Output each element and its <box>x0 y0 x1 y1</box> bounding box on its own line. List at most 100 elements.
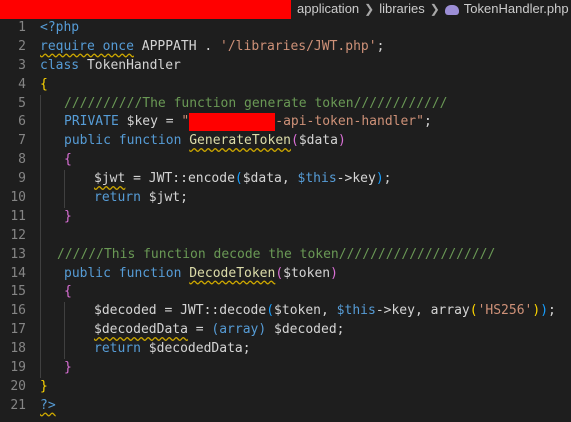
function-name: DecodeToken <box>189 265 276 281</box>
code-token: ; <box>383 171 392 187</box>
line-number: 8 <box>18 152 26 168</box>
code-token: = JWT:: <box>156 303 220 319</box>
breadcrumb-item-libraries[interactable]: libraries <box>379 1 425 16</box>
code-line: 6 PRIVATE $key = " -api-token-handler"; <box>0 113 571 133</box>
variable: $decoded <box>274 322 337 338</box>
this-keyword: $this <box>336 303 376 319</box>
code-line: 3 class TokenHandler <box>0 57 571 76</box>
variable: $data <box>298 133 338 149</box>
breadcrumb-item-file[interactable]: TokenHandler.php <box>464 1 569 16</box>
code-token: -> <box>336 171 353 187</box>
string-literal: " <box>181 114 190 130</box>
line-number: 1 <box>18 20 26 35</box>
property: key <box>391 303 415 319</box>
line-number: 15 <box>10 284 26 300</box>
line-number: 20 <box>10 378 26 394</box>
method-name: decode <box>219 303 267 319</box>
cast-keyword: (array) <box>211 322 267 338</box>
paren: ( <box>266 303 275 319</box>
chevron-right-icon: ❯ <box>364 1 375 16</box>
code-token: ; <box>423 114 432 130</box>
breadcrumb-item-application[interactable]: application <box>297 1 359 16</box>
return-keyword: return <box>94 190 149 206</box>
code-line: 15 { <box>0 283 571 303</box>
variable: $token <box>274 303 322 319</box>
redacted-key <box>189 113 276 132</box>
code-line: 5 //////////The function generate token//… <box>0 94 571 114</box>
line-number: 16 <box>10 303 26 319</box>
private-keyword: PRIVATE <box>64 114 119 130</box>
line-number: 9 <box>18 171 26 187</box>
code-token: ; <box>336 322 345 338</box>
code-token: = JWT:: <box>125 171 188 187</box>
code-line: 13 //////This function decode the token//… <box>0 245 571 265</box>
brace: { <box>40 76 48 92</box>
php-file-icon <box>444 4 459 15</box>
comment: //////This function decode the token////… <box>57 246 496 262</box>
line-number: 19 <box>10 360 26 376</box>
public-function-keyword: public function <box>64 265 190 281</box>
paren: ) <box>375 171 384 187</box>
brace: { <box>64 152 72 168</box>
variable: $data <box>242 171 282 187</box>
line-number: 6 <box>18 114 26 130</box>
brace: { <box>64 284 72 300</box>
comment: //////////The function generate token///… <box>64 95 448 111</box>
brace: } <box>64 208 72 224</box>
variable: $jwt <box>94 171 126 187</box>
line-number: 12 <box>10 227 26 243</box>
code-line: 10 return $jwt; <box>0 189 571 208</box>
redacted-path <box>0 0 291 19</box>
function-name: GenerateToken <box>189 133 291 149</box>
code-token: ; <box>376 38 385 54</box>
php-close-tag: ?> <box>40 397 56 413</box>
method-name: encode <box>187 171 235 187</box>
variable: $jwt <box>148 190 181 206</box>
code-line: 17 $decodedData = (array) $decoded; <box>0 321 571 341</box>
code-token: -> <box>375 303 392 319</box>
code-line: 7 public function GenerateToken($data) <box>0 132 571 152</box>
string-literal: -api-token-handler" <box>275 114 424 130</box>
code-line: 18 return $decodedData; <box>0 340 571 360</box>
code-token: = <box>157 114 182 130</box>
code-token: , <box>321 303 337 319</box>
brace: } <box>40 378 48 394</box>
this-keyword: $this <box>297 171 337 187</box>
code-line: 11} <box>0 207 571 227</box>
paren: ( <box>290 133 299 149</box>
code-line: 1 <?php <box>0 19 571 38</box>
code-line: 12 <box>0 226 571 246</box>
property: key <box>352 171 376 187</box>
code-line: 16 $decoded = JWT::decode($token, $this->… <box>0 302 571 322</box>
string-literal: '/libraries/JWT.php' <box>220 38 377 54</box>
code-line: 8{ <box>0 151 571 171</box>
code-token: ; <box>242 341 251 357</box>
require-keyword: require once <box>40 38 134 54</box>
code-token: , <box>281 171 298 187</box>
line-number: 7 <box>18 133 26 149</box>
variable: $token <box>283 265 331 281</box>
line-number: 2 <box>18 38 26 54</box>
code-token: APPPATH . <box>133 38 221 54</box>
line-number: 14 <box>10 265 26 281</box>
line-number: 5 <box>18 95 26 111</box>
line-number: 11 <box>10 208 26 224</box>
code-token: = <box>187 322 212 338</box>
code-line: 2 require once APPPATH . '/libraries/JWT.… <box>0 38 571 57</box>
paren: ( <box>234 171 243 187</box>
array-keyword: array <box>430 303 470 319</box>
line-number: 21 <box>10 397 26 413</box>
code-line: 14 public function DecodeToken($token) <box>0 264 571 284</box>
line-number: 3 <box>18 57 26 73</box>
string-literal: 'HS256' <box>477 303 533 319</box>
code-token: , <box>414 303 431 319</box>
code-token: ; <box>180 190 188 206</box>
variable: $key <box>118 114 158 130</box>
breadcrumb: application ❯ libraries ❯ TokenHandler.p… <box>0 0 571 19</box>
chevron-right-icon: ❯ <box>429 1 440 16</box>
code-editor[interactable]: 1 <?php 2 require once APPPATH . '/librari… <box>0 19 571 416</box>
code-line: 19} <box>0 359 571 378</box>
brace: } <box>64 360 72 376</box>
code-line: 9 $jwt = JWT::encode($data, $this->key); <box>0 170 571 190</box>
